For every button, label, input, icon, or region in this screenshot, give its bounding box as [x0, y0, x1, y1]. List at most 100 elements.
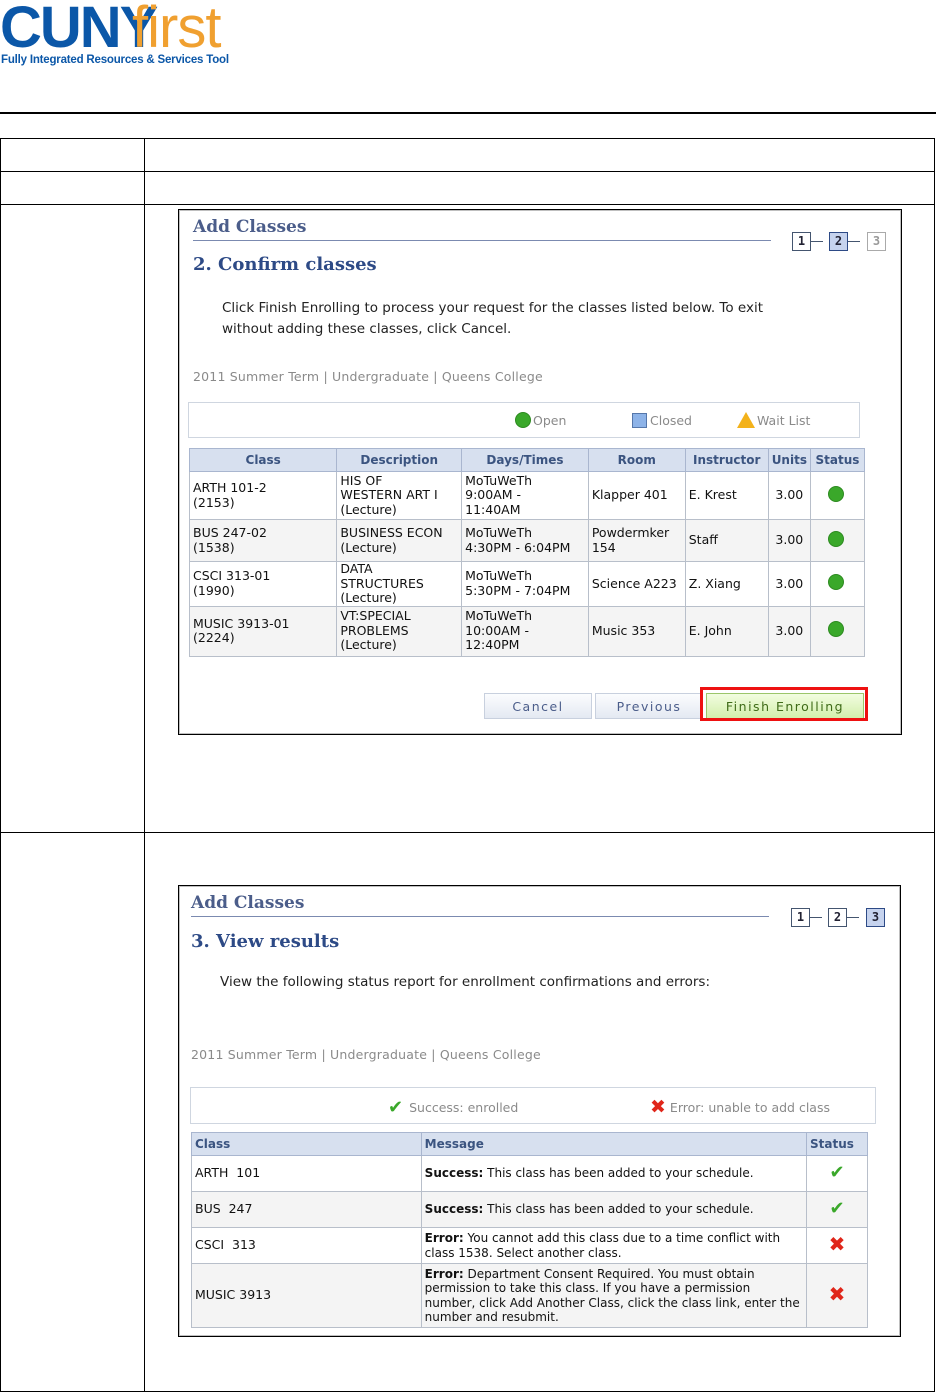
- table-column-divider: [144, 138, 145, 1392]
- table-row: BUS 247 Success: This class has been adde…: [191, 1191, 868, 1228]
- finish-enrolling-highlight: [700, 687, 868, 721]
- legend-open-label: Open: [533, 412, 567, 428]
- open-status-icon: [828, 485, 845, 502]
- cell-units: 3.00: [767, 471, 811, 520]
- cell-instructor: Z. Xiang: [684, 561, 769, 607]
- cell-class: ARTH 101-2 (2153): [188, 471, 338, 520]
- cell-units: 3.00: [767, 519, 811, 562]
- cell-description: VT:SPECIAL PROBLEMS (Lecture): [336, 605, 463, 657]
- header-rule: [0, 112, 936, 114]
- wait-list-icon: [737, 412, 755, 428]
- success-check-icon: ✔: [388, 1097, 404, 1118]
- cell-room: Powdermker 154: [587, 519, 686, 562]
- table-header-row: Class Description Days/Times Room Instru…: [188, 448, 866, 472]
- table-row: MUSIC 3913 Error: Department Consent Requ…: [191, 1263, 868, 1328]
- col-days-times: Days/Times: [461, 448, 589, 472]
- table-row: BUS 247-02 (1538) BUSINESS ECON (Lecture)…: [188, 519, 866, 562]
- cell-status: ✖: [806, 1263, 868, 1328]
- legend-success-label: Success: enrolled: [409, 1100, 519, 1115]
- panel-title: Add Classes: [193, 217, 307, 237]
- error-x-icon: ✖: [650, 1096, 666, 1118]
- title-rule: [193, 240, 771, 241]
- cell-message: Error: Department Consent Required. You …: [420, 1263, 808, 1328]
- cell-status: ✖: [806, 1227, 868, 1264]
- message-text: Department Consent Required. You must ob…: [424, 1266, 800, 1325]
- success-check-icon: ✔: [829, 1161, 845, 1183]
- message-label: Error:: [424, 1231, 464, 1245]
- step-connector: [847, 917, 859, 918]
- cell-class: BUS 247-02 (1538): [188, 519, 338, 562]
- cell-days-times: MoTuWeTh 4:30PM - 6:04PM: [461, 519, 589, 562]
- cell-class: MUSIC 3913: [191, 1263, 422, 1328]
- error-x-icon: ✖: [828, 1281, 846, 1306]
- status-legend: Open Closed Wait List: [188, 402, 860, 438]
- cell-status: [809, 519, 866, 562]
- message-label: Success:: [424, 1166, 484, 1181]
- cell-class: ARTH 101: [191, 1155, 422, 1192]
- table-row-divider: [0, 204, 935, 205]
- cancel-button[interactable]: Cancel: [484, 693, 592, 719]
- open-status-icon: [828, 621, 845, 638]
- cell-description: DATA STRUCTURES (Lecture): [336, 561, 463, 607]
- cell-class: BUS 247: [191, 1191, 422, 1228]
- logo-first-text: first: [132, 0, 221, 60]
- table-border-left: [0, 138, 1, 1392]
- success-check-icon: ✔: [829, 1197, 845, 1219]
- legend-error-label: Error: unable to add class: [669, 1099, 830, 1115]
- legend-error: ✖ Error: unable to add class: [650, 1096, 830, 1118]
- message-text: You cannot add this class due to a time …: [424, 1231, 781, 1260]
- logo-tagline: Fully Integrated Resources & Services To…: [1, 54, 229, 66]
- cell-room: Science A223: [587, 561, 686, 607]
- term-label: 2011 Summer Term | Undergraduate | Queen…: [193, 369, 543, 384]
- legend-wait-list: Wait List: [737, 412, 810, 428]
- message-text: This class has been added to your schedu…: [483, 1166, 754, 1181]
- step-3-box: 3: [866, 908, 885, 927]
- message-label: Success:: [424, 1202, 484, 1217]
- open-status-icon: [828, 574, 845, 590]
- legend-success: ✔ Success: enrolled: [388, 1097, 518, 1118]
- cell-status: [809, 605, 866, 657]
- cell-class: MUSIC 3913-01 (2224): [188, 605, 338, 657]
- closed-icon: [632, 413, 647, 428]
- cell-class: CSCI 313-01 (1990): [188, 561, 338, 607]
- cell-message: Success: This class has been added to yo…: [420, 1155, 808, 1192]
- col-status: Status: [809, 448, 866, 472]
- step-connector: [848, 241, 860, 242]
- instructions-text: View the following status report for enr…: [220, 974, 710, 990]
- step-heading: 2. Confirm classes: [193, 254, 377, 275]
- cell-units: 3.00: [767, 561, 811, 607]
- results-legend: ✔ Success: enrolled ✖ Error: unable to add…: [190, 1087, 876, 1124]
- cell-instructor: Staff: [684, 519, 769, 562]
- panel-title: Add Classes: [191, 893, 305, 913]
- previous-button[interactable]: Previous: [595, 693, 703, 719]
- table-row: CSCI 313-01 (1990) DATA STRUCTURES (Lectu…: [188, 561, 866, 607]
- step-2-box: 2: [829, 232, 848, 251]
- col-room: Room: [587, 448, 686, 472]
- legend-closed: Closed: [632, 413, 692, 428]
- cell-status: ✔: [806, 1155, 868, 1192]
- col-class: Class: [191, 1132, 422, 1156]
- table-border-top: [0, 138, 935, 139]
- cell-status: [809, 561, 866, 607]
- cell-message: Success: This class has been added to yo…: [420, 1191, 808, 1228]
- cell-class: CSCI 313: [191, 1227, 422, 1264]
- cell-status: ✔: [806, 1191, 868, 1228]
- cell-message: Error: You cannot add this class due to …: [420, 1227, 808, 1264]
- cell-room: Klapper 401: [587, 471, 686, 520]
- cell-instructor: E. Krest: [684, 471, 769, 520]
- step-3-box: 3: [867, 232, 886, 251]
- legend-wait-label: Wait List: [757, 412, 811, 428]
- open-status-icon: [828, 530, 845, 547]
- instructions-text: Click Finish Enrolling to process your r…: [222, 300, 764, 337]
- view-results-panel: Add Classes 1 2 3 3. View results View t…: [178, 885, 901, 1337]
- col-units: Units: [767, 448, 811, 472]
- legend-closed-label: Closed: [650, 413, 692, 428]
- table-row: ARTH 101-2 (2153) HIS OF WESTERN ART I (L…: [188, 471, 866, 520]
- classes-table: Class Description Days/Times Room Instru…: [188, 448, 866, 657]
- cell-instructor: E. John: [684, 605, 769, 657]
- table-row: MUSIC 3913-01 (2224) VT:SPECIAL PROBLEMS …: [188, 605, 866, 657]
- message-text: This class has been added to your schedu…: [483, 1202, 754, 1217]
- cell-room: Music 353: [587, 605, 686, 657]
- legend-open: Open: [515, 412, 566, 428]
- cell-days-times: MoTuWeTh 5:30PM - 7:04PM: [461, 561, 589, 607]
